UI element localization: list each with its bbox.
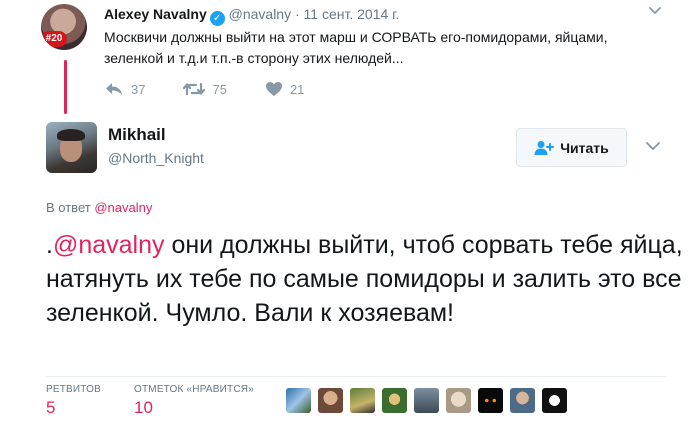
thread-connector-line	[64, 60, 67, 114]
parent-tweet-text: Москвичи должны выйти на этот марш и СОР…	[104, 29, 608, 66]
parent-tweet-header: Alexey Navalny ✓ @navalny · 11 сент. 2014…	[104, 6, 399, 26]
retweet-icon	[183, 82, 206, 96]
likes-value: 10	[134, 398, 153, 417]
reply-count: 37	[131, 81, 146, 97]
parent-tweet-date[interactable]: 11 сент. 2014 г.	[304, 6, 400, 22]
navalny-avatar[interactable]: #20	[41, 4, 87, 50]
follow-person-icon	[534, 140, 555, 155]
retweets-label: РЕТВИТОВ	[46, 384, 102, 395]
reply-to-handle-link[interactable]: @navalny	[94, 200, 152, 215]
liker-avatar[interactable]	[542, 388, 567, 413]
retweets-stat[interactable]: РЕТВИТОВ 5	[46, 384, 101, 418]
liker-avatar[interactable]	[414, 388, 439, 413]
parent-tweet-actions: 37 75 21	[104, 78, 342, 100]
reply-prefix: В ответ	[46, 200, 91, 215]
avatar-hair	[57, 129, 85, 141]
follow-button[interactable]: Читать	[516, 128, 627, 167]
parent-author-name[interactable]: Alexey Navalny	[104, 6, 207, 22]
main-author-handle[interactable]: @North_Knight	[108, 150, 204, 166]
like-action[interactable]: 21	[265, 81, 304, 97]
stats-divider	[46, 376, 666, 377]
avatar-badge: #20	[41, 31, 67, 47]
heart-icon	[265, 82, 282, 96]
reply-icon	[106, 83, 122, 95]
chevron-down-icon[interactable]	[643, 136, 663, 156]
main-tweet-text: .@navalny они должны выйти, чтоб сорвать…	[46, 228, 686, 330]
like-count: 21	[289, 81, 305, 97]
liker-avatar[interactable]	[446, 388, 471, 413]
reply-action[interactable]: 37	[104, 81, 145, 97]
liker-avatar[interactable]	[478, 388, 503, 413]
likes-label: ОТМЕТОК «НРАВИТСЯ»	[134, 384, 254, 395]
liker-avatar[interactable]	[510, 388, 535, 413]
chevron-down-icon[interactable]	[646, 2, 664, 20]
retweets-value: 5	[46, 398, 56, 417]
liker-avatar[interactable]	[318, 388, 343, 413]
retweet-action[interactable]: 75	[183, 81, 227, 97]
reply-context: В ответ @navalny	[46, 200, 152, 215]
mikhail-avatar[interactable]	[46, 122, 97, 173]
verified-icon: ✓	[209, 11, 225, 26]
header-separator: ·	[294, 6, 300, 22]
parent-tweet: #20 Alexey Navalny ✓ @navalny · 11 сент. …	[0, 0, 700, 110]
likes-stat[interactable]: ОТМЕТОК «НРАВИТСЯ» 10	[134, 384, 254, 418]
mention-link[interactable]: @navalny	[53, 231, 165, 259]
parent-author-handle[interactable]: @navalny	[229, 6, 291, 22]
main-author-name[interactable]: Mikhail	[108, 125, 166, 145]
text-prefix: .	[46, 231, 53, 259]
retweet-count: 75	[212, 81, 227, 97]
liker-avatar[interactable]	[382, 388, 407, 413]
liker-avatars	[286, 388, 574, 413]
liker-avatar[interactable]	[286, 388, 311, 413]
liker-avatar[interactable]	[350, 388, 375, 413]
follow-button-label: Читать	[560, 139, 609, 156]
